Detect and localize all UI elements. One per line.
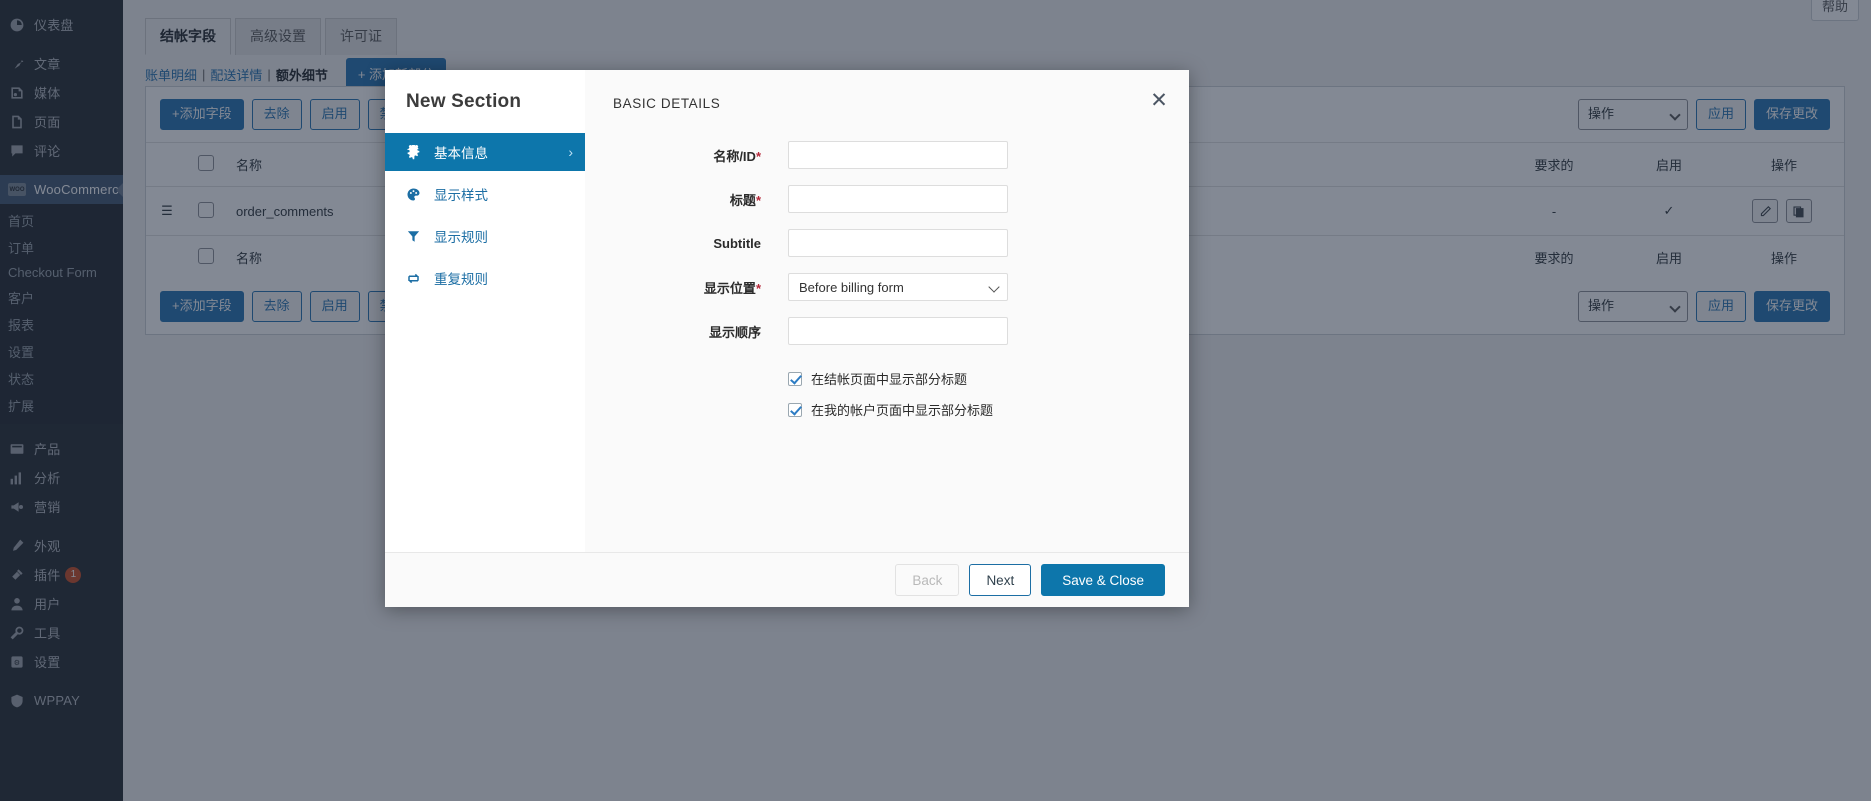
next-button[interactable]: Next [969, 564, 1031, 596]
chevron-down-icon [988, 281, 999, 292]
label-display-position-text: 显示位置 [704, 281, 756, 296]
modal-nav-display-style[interactable]: 显示样式 [385, 175, 585, 213]
display-order-input[interactable] [788, 317, 1008, 345]
label-subtitle-text: Subtitle [713, 236, 761, 251]
display-position-value: Before billing form [799, 280, 904, 295]
show-on-myaccount-checkbox[interactable] [788, 403, 802, 417]
label-name-id-text: 名称/ID [713, 149, 756, 164]
modal-footer: Back Next Save & Close [385, 552, 1189, 607]
modal-body: New Section 基本信息 › 显示样式 [385, 70, 1189, 552]
label-display-order: 显示顺序 [613, 322, 788, 341]
ctrl-subtitle [788, 229, 1008, 257]
form-row-display-position: 显示位置* Before billing form [613, 273, 1159, 301]
basic-details-heading: BASIC DETAILS [613, 96, 1159, 111]
modal-nav-label: 基本信息 [434, 142, 488, 162]
required-marker: * [756, 193, 761, 208]
ctrl-title [788, 185, 1008, 213]
funnel-icon [406, 229, 426, 244]
back-button[interactable]: Back [895, 564, 959, 596]
screen: 帮助 结帐字段 高级设置 许可证 账单明细 | 配送详情 | 额外细节 + 添加… [0, 0, 1871, 801]
modal-main-panel: ✕ BASIC DETAILS 名称/ID* 标题* [585, 70, 1189, 552]
form-row-title: 标题* [613, 185, 1159, 213]
modal-nav-label: 显示规则 [434, 226, 488, 246]
label-name-id: 名称/ID* [613, 146, 788, 165]
modal-step-nav: New Section 基本信息 › 显示样式 [385, 70, 585, 552]
subtitle-input[interactable] [788, 229, 1008, 257]
modal-nav-display-rules[interactable]: 显示规则 [385, 217, 585, 255]
save-and-close-button[interactable]: Save & Close [1041, 564, 1165, 596]
label-display-order-text: 显示顺序 [709, 325, 761, 340]
name-id-input[interactable] [788, 141, 1008, 169]
ctrl-display-position: Before billing form [788, 273, 1008, 301]
checkbox-row-myaccount-title[interactable]: 在我的帐户页面中显示部分标题 [788, 400, 1159, 419]
new-section-modal: New Section 基本信息 › 显示样式 [385, 70, 1189, 607]
form-row-display-order: 显示顺序 [613, 317, 1159, 345]
label-display-position: 显示位置* [613, 278, 788, 297]
required-marker: * [756, 149, 761, 164]
label-title-text: 标题 [730, 193, 756, 208]
modal-title: New Section [385, 70, 585, 133]
gear-icon [406, 145, 426, 160]
palette-icon [406, 187, 426, 202]
show-on-checkout-label: 在结帐页面中显示部分标题 [811, 369, 967, 388]
label-title: 标题* [613, 190, 788, 209]
required-marker: * [756, 281, 761, 296]
modal-nav-label: 重复规则 [434, 268, 488, 288]
checkbox-spacer [613, 361, 1159, 369]
repeat-icon [406, 271, 426, 286]
modal-nav-label: 显示样式 [434, 184, 488, 204]
checkbox-row-checkout-title[interactable]: 在结帐页面中显示部分标题 [788, 369, 1159, 388]
display-position-select[interactable]: Before billing form [788, 273, 1008, 301]
ctrl-display-order [788, 317, 1008, 345]
form-row-name-id: 名称/ID* [613, 141, 1159, 169]
form-row-subtitle: Subtitle [613, 229, 1159, 257]
label-subtitle: Subtitle [613, 236, 788, 251]
modal-nav-basic-info[interactable]: 基本信息 › [385, 133, 585, 171]
modal-nav-repeat-rules[interactable]: 重复规则 [385, 259, 585, 297]
title-input[interactable] [788, 185, 1008, 213]
ctrl-name-id [788, 141, 1008, 169]
close-icon[interactable]: ✕ [1147, 88, 1171, 112]
show-on-myaccount-label: 在我的帐户页面中显示部分标题 [811, 400, 993, 419]
chevron-right-icon: › [568, 144, 573, 160]
show-on-checkout-checkbox[interactable] [788, 372, 802, 386]
